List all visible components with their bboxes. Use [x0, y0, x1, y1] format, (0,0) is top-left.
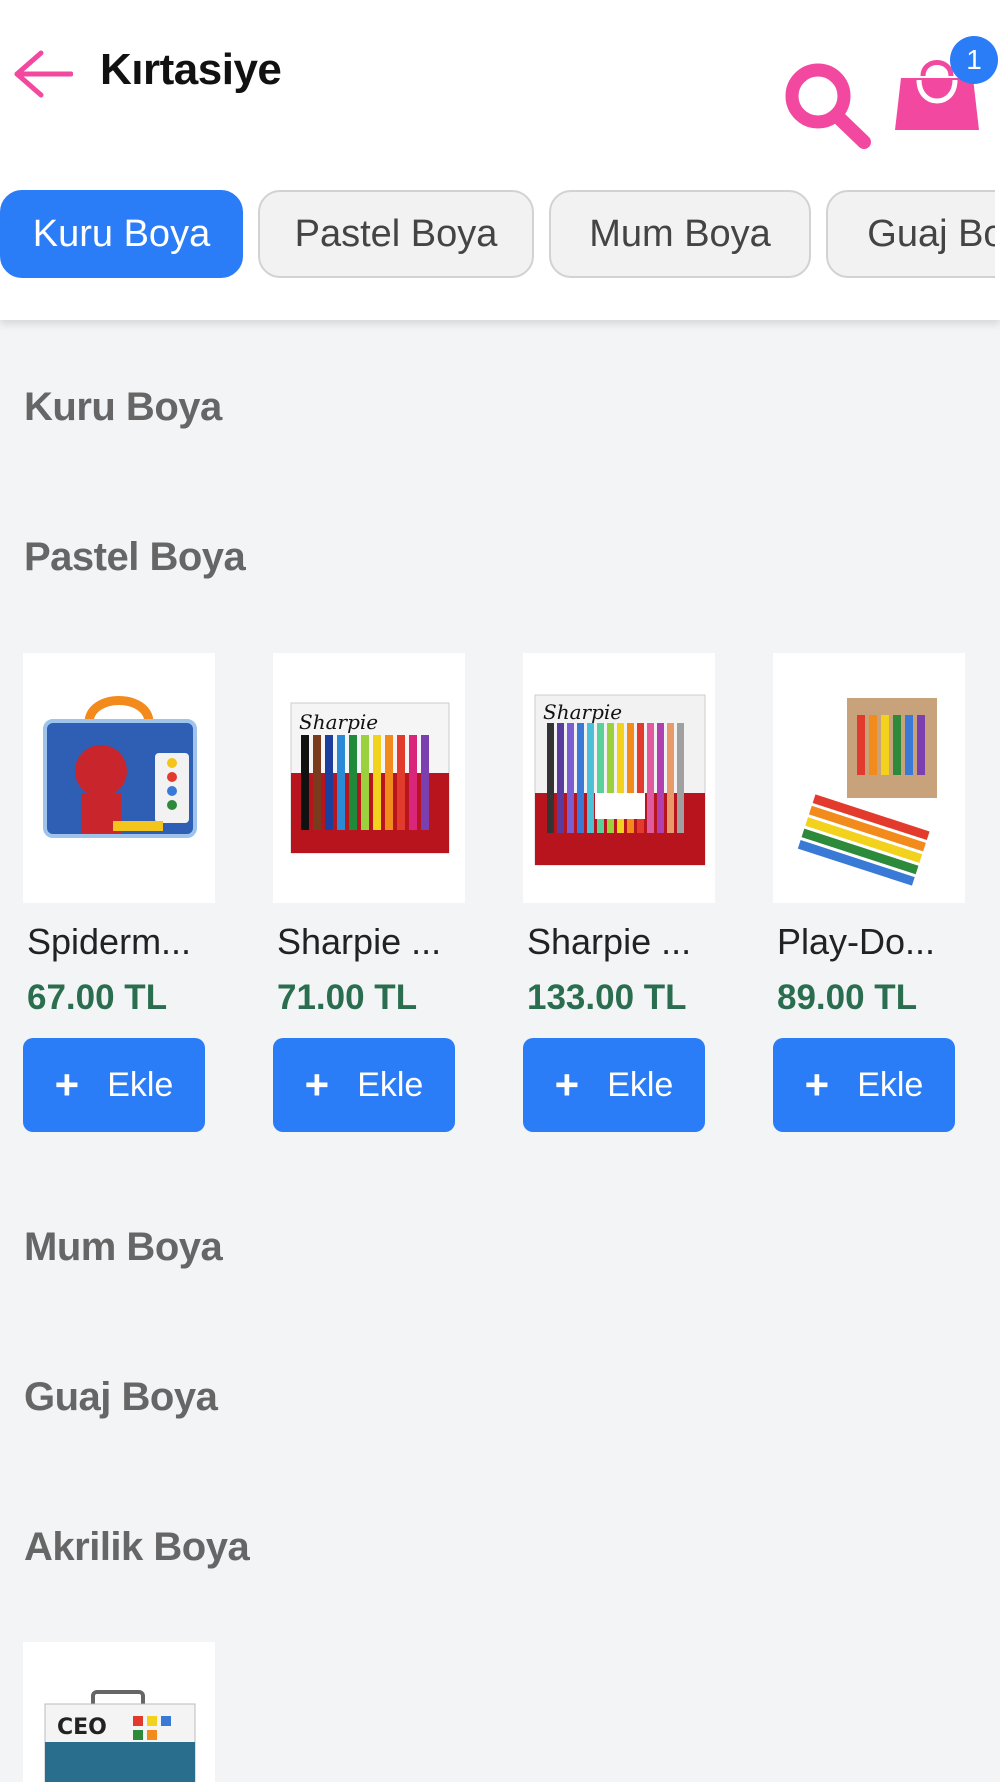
- section-title-kuru-boya: Kuru Boya: [24, 385, 222, 429]
- product-card: Sharpie Sharpie ... 133.00 TL + Ekle: [523, 653, 715, 1132]
- product-card: Sharpie Sharpie ... 71.00 TL + Ekle: [273, 653, 465, 1132]
- sharpie-markers-image: Sharpie: [534, 694, 706, 866]
- back-button[interactable]: [8, 40, 76, 108]
- tab-pastel-boya[interactable]: Pastel Boya: [258, 190, 534, 278]
- play-doh-crayons-image: [797, 698, 937, 886]
- product-card: CEO: [23, 1642, 215, 1782]
- sharpie-markers-image: Sharpie: [290, 702, 450, 854]
- page-title: Kırtasiye: [100, 45, 282, 94]
- product-name: Sharpie ...: [527, 921, 692, 962]
- add-button-label: Ekle: [107, 1065, 174, 1104]
- product-image-sharpie-12[interactable]: Sharpie: [273, 653, 465, 903]
- section-title-guaj-boya: Guaj Boya: [24, 1375, 218, 1419]
- add-to-cart-button[interactable]: + Ekle: [23, 1038, 205, 1132]
- product-name: Spiderm...: [27, 921, 192, 962]
- cart-count-badge: 1: [950, 36, 998, 84]
- add-button-label: Ekle: [357, 1065, 424, 1104]
- plus-icon: +: [804, 1061, 830, 1108]
- product-image-spiderman-set[interactable]: [23, 653, 215, 903]
- plus-icon: +: [554, 1061, 580, 1108]
- section-title-akrilik-boya: Akrilik Boya: [24, 1525, 250, 1569]
- svg-text:Sharpie: Sharpie: [299, 710, 378, 734]
- plus-icon: +: [54, 1061, 80, 1108]
- add-to-cart-button[interactable]: + Ekle: [273, 1038, 455, 1132]
- product-card: Play-Do... 89.00 TL + Ekle: [773, 653, 965, 1132]
- product-name: Play-Do...: [777, 921, 936, 962]
- plus-icon: +: [304, 1061, 330, 1108]
- product-price: 71.00 TL: [277, 978, 418, 1017]
- product-price: 67.00 TL: [27, 978, 168, 1017]
- product-price: 89.00 TL: [777, 978, 918, 1017]
- search-button[interactable]: [782, 60, 874, 152]
- svg-text:Sharpie: Sharpie: [543, 700, 622, 724]
- section-title-mum-boya: Mum Boya: [24, 1225, 223, 1269]
- tab-kuru-boya[interactable]: Kuru Boya: [0, 190, 243, 278]
- search-icon: [785, 63, 871, 149]
- svg-text:CEO: CEO: [57, 1715, 107, 1740]
- add-to-cart-button[interactable]: + Ekle: [773, 1038, 955, 1132]
- product-price: 133.00 TL: [527, 978, 687, 1017]
- add-button-label: Ekle: [857, 1065, 924, 1104]
- add-to-cart-button[interactable]: + Ekle: [523, 1038, 705, 1132]
- product-card: Spiderm... 67.00 TL + Ekle: [23, 653, 215, 1132]
- product-image-play-doh-crayons[interactable]: [773, 653, 965, 903]
- product-image-sharpie-24[interactable]: Sharpie: [523, 653, 715, 903]
- product-image-ceo-art-set[interactable]: CEO: [23, 1642, 215, 1782]
- ceo-art-painting-set-image: CEO: [44, 1690, 196, 1782]
- top-bar: Kırtasiye 1 Kuru Boya Pastel Boya Mum Bo…: [0, 0, 1000, 320]
- category-tabs: Kuru Boya Pastel Boya Mum Boya Guaj Boya: [0, 190, 995, 280]
- product-name: Sharpie ...: [277, 921, 442, 962]
- section-title-pastel-boya: Pastel Boya: [24, 535, 246, 579]
- tab-guaj-boya[interactable]: Guaj Boya: [826, 190, 995, 278]
- add-button-label: Ekle: [607, 1065, 674, 1104]
- tab-mum-boya[interactable]: Mum Boya: [549, 190, 811, 278]
- arrow-left-icon: [14, 50, 73, 98]
- spiderman-coloring-set-image: [43, 696, 197, 838]
